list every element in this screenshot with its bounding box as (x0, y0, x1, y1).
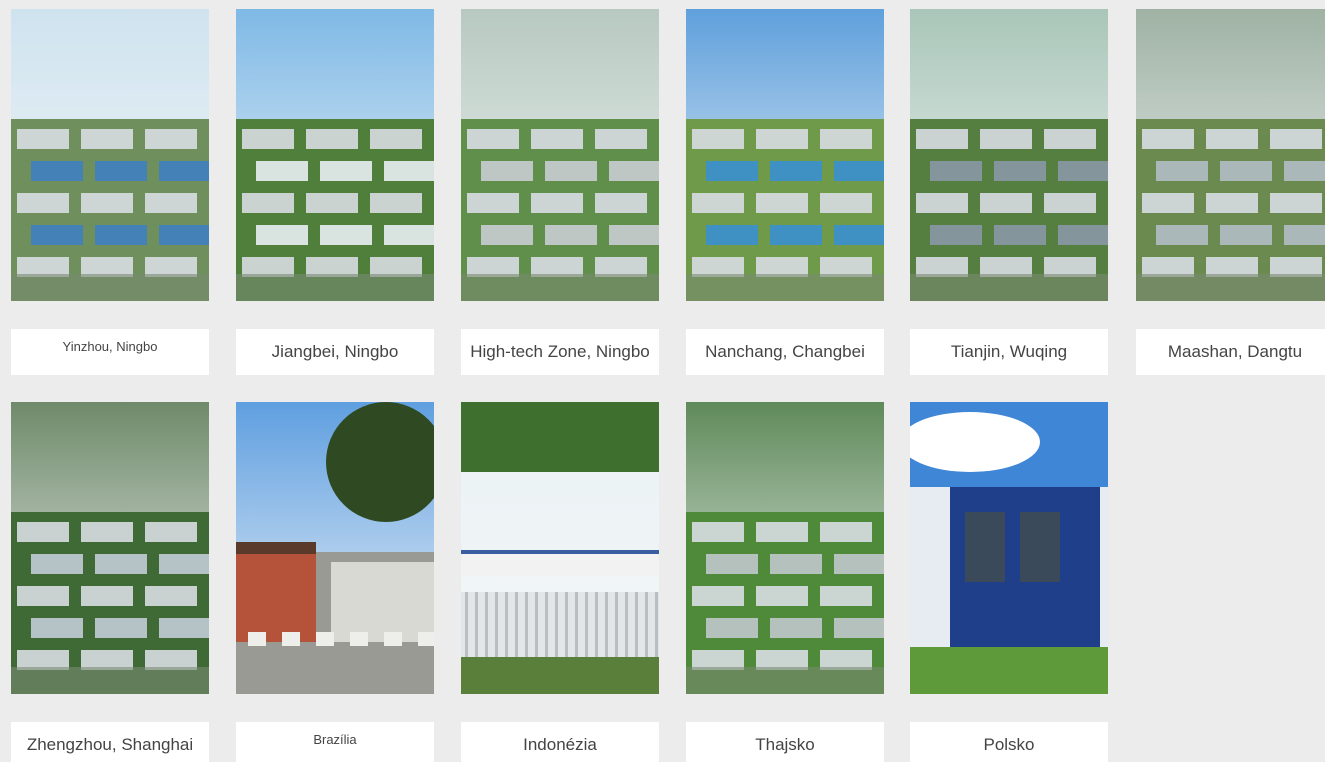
location-label[interactable]: High-tech Zone, Ningbo (461, 329, 659, 375)
location-label[interactable]: Maashan, Dangtu (1136, 329, 1325, 375)
location-label[interactable]: Yinzhou, Ningbo (11, 329, 209, 375)
location-label[interactable]: Nanchang, Changbei (686, 329, 884, 375)
poland-office-building-photo[interactable] (910, 402, 1108, 694)
factory-park-aerial-photo[interactable] (910, 9, 1108, 301)
location-label[interactable]: Indonézia (461, 722, 659, 762)
location-label[interactable]: Jiangbei, Ningbo (236, 329, 434, 375)
factory-complex-rendering-photo[interactable] (11, 402, 209, 694)
factory-road-entrance-photo[interactable] (686, 9, 884, 301)
locations-grid: Yinzhou, Ningbo Jiangbei, Ningbo High-tech… (0, 0, 1325, 762)
warehouse-rows-aerial-photo[interactable] (1136, 9, 1325, 301)
location-label[interactable]: Polsko (910, 722, 1108, 762)
thailand-factory-aerial-photo[interactable] (686, 402, 884, 694)
location-label[interactable]: Brazília (236, 722, 434, 762)
location-label[interactable]: Thajsko (686, 722, 884, 762)
location-label[interactable]: Zhengzhou, Shanghai (11, 722, 209, 762)
factory-campus-aerial-photo[interactable] (11, 9, 209, 301)
location-label[interactable]: Tianjin, Wuqing (910, 329, 1108, 375)
indonesia-factory-sign-photo[interactable] (461, 402, 659, 694)
industrial-park-rendering-photo[interactable] (461, 9, 659, 301)
factory-white-building-photo[interactable] (236, 9, 434, 301)
brazil-gate-photo[interactable] (236, 402, 434, 694)
